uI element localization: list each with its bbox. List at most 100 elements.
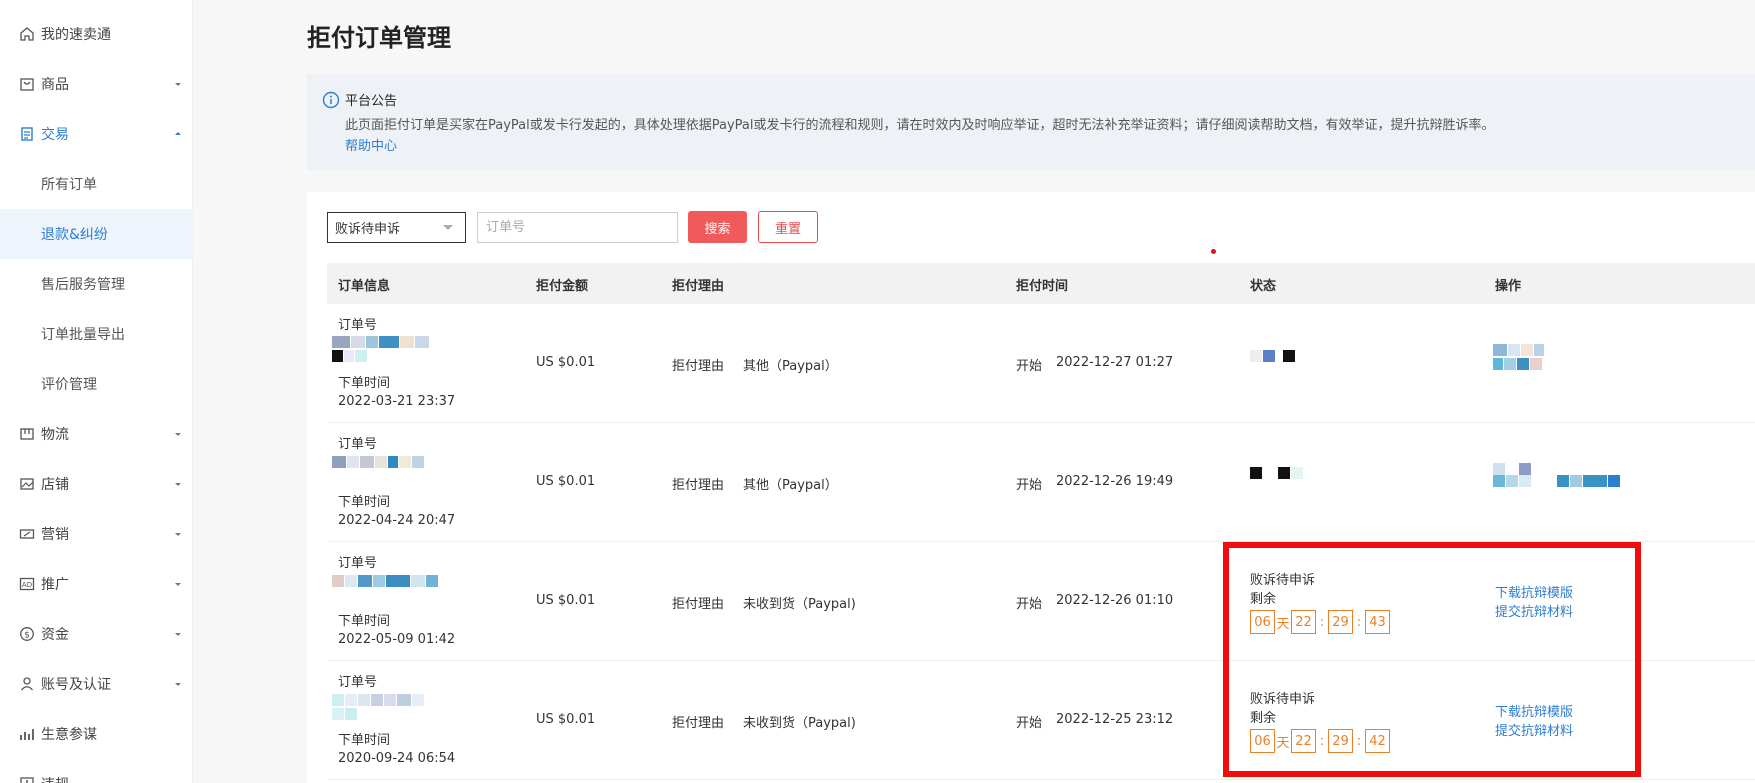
order-time: 2022-03-21 23:37: [338, 394, 456, 409]
col-actions: 操作: [1495, 279, 1522, 294]
user-icon: [18, 676, 35, 693]
order-time: 2022-04-24 20:47: [338, 513, 456, 528]
sidebar-item-account[interactable]: 账号及认证: [0, 659, 193, 709]
col-amount: 拒付金额: [536, 279, 589, 294]
sidebar-sub-label: 退款&纠纷: [41, 227, 108, 243]
status-redacted: [1250, 350, 1296, 363]
status-redacted: [1250, 467, 1304, 480]
red-dot-marker: [1211, 249, 1216, 254]
order-time: 2020-09-24 06:54: [338, 751, 456, 766]
chevron-up-icon: [175, 132, 181, 135]
reason-label: 拒付理由: [672, 478, 725, 493]
table-header: 订单信息 拒付金额 拒付理由 拒付时间 状态 操作: [327, 263, 1755, 304]
sidebar-item-trade[interactable]: 交易: [0, 109, 193, 159]
sidebar-item-promotion[interactable]: AD 推广: [0, 559, 193, 609]
sidebar-item-violations[interactable]: 违规: [0, 759, 193, 783]
clipboard-icon: [18, 126, 35, 143]
sidebar-sub-label: 售后服务管理: [41, 277, 125, 293]
sidebar-item-label: 店铺: [41, 477, 69, 493]
sidebar-sub-label: 评价管理: [41, 377, 97, 393]
reset-button[interactable]: 重置: [758, 211, 818, 243]
sidebar-sub-all-orders[interactable]: 所有订单: [0, 159, 193, 209]
order-number-label: 订单号: [338, 318, 378, 333]
sidebar-item-store[interactable]: 店铺: [0, 459, 193, 509]
sidebar-item-label: 推广: [41, 577, 69, 593]
sidebar-item-label: 交易: [41, 127, 69, 143]
bag-icon: [18, 76, 35, 93]
reason-label: 拒付理由: [672, 597, 725, 612]
order-time-label: 下单时间: [338, 376, 391, 391]
chargeback-time: 2022-12-26 01:10: [1056, 593, 1174, 608]
chargeback-time: 2022-12-27 01:27: [1056, 355, 1174, 370]
picture-icon: [18, 476, 35, 493]
reason: 其他（Paypal）: [743, 478, 838, 493]
amount: US $0.01: [536, 355, 596, 370]
amount: US $0.01: [536, 593, 596, 608]
amount: US $0.01: [536, 712, 596, 727]
sidebar-sub-batch-export[interactable]: 订单批量导出: [0, 309, 193, 359]
order-number-redacted-2: [332, 350, 368, 363]
sidebar-item-home[interactable]: 我的速卖通: [0, 9, 193, 59]
sidebar: 我的速卖通 商品 交易 所有订单 退款&纠纷 售后服务管理 订单批量导出 评价管…: [0, 0, 193, 783]
sidebar-item-marketing[interactable]: 营销: [0, 509, 193, 559]
status-select-value: 败诉待申诉: [335, 222, 401, 237]
time-label: 开始: [1016, 597, 1043, 612]
sidebar-item-label: 资金: [41, 627, 69, 643]
order-number-label: 订单号: [338, 437, 378, 452]
svg-text:AD: AD: [21, 581, 31, 589]
sidebar-item-label: 商品: [41, 77, 69, 93]
status-select[interactable]: 败诉待申诉: [327, 212, 466, 243]
caret-down-icon: [443, 225, 453, 230]
actions-redacted-2: [1493, 475, 1621, 488]
chevron-down-icon: [175, 433, 181, 436]
time-label: 开始: [1016, 359, 1043, 374]
chart-icon: [18, 726, 35, 743]
reason-label: 拒付理由: [672, 716, 725, 731]
order-number-redacted: [332, 336, 430, 349]
chevron-down-icon: [175, 483, 181, 486]
sidebar-sub-label: 所有订单: [41, 177, 97, 193]
reason: 未收到货（Paypal): [743, 716, 856, 731]
page-title: 拒付订单管理: [307, 24, 451, 52]
dollar-icon: $: [18, 626, 35, 643]
reason: 其他（Paypal）: [743, 359, 838, 374]
order-number-label: 订单号: [338, 556, 378, 571]
sidebar-sub-after-sales[interactable]: 售后服务管理: [0, 259, 193, 309]
ticket-icon: [18, 526, 35, 543]
chargeback-time: 2022-12-26 19:49: [1056, 474, 1174, 489]
sidebar-item-label: 账号及认证: [41, 677, 111, 693]
table-row: 订单号 下单时间 2022-04-24 20:47 US $0.01 拒付理由 …: [327, 423, 1755, 542]
notice-text: 此页面拒付订单是买家在PayPal或发卡行发起的，具体处理依据PayPal或发卡…: [345, 118, 1495, 133]
sidebar-item-logistics[interactable]: 物流: [0, 409, 193, 459]
order-time-label: 下单时间: [338, 495, 391, 510]
sidebar-item-label: 营销: [41, 527, 69, 543]
col-time: 拒付时间: [1016, 279, 1069, 294]
sidebar-item-label: 生意参谋: [41, 727, 97, 743]
annotation-highlight-box: [1223, 542, 1641, 777]
sidebar-sub-reviews[interactable]: 评价管理: [0, 359, 193, 409]
search-button[interactable]: 搜索: [688, 211, 747, 243]
order-time-label: 下单时间: [338, 733, 391, 748]
chevron-down-icon: [175, 683, 181, 686]
sidebar-item-label: 我的速卖通: [41, 27, 111, 43]
sidebar-item-funds[interactable]: $ 资金: [0, 609, 193, 659]
app-root: 我的速卖通 商品 交易 所有订单 退款&纠纷 售后服务管理 订单批量导出 评价管…: [0, 0, 1755, 783]
help-center-link[interactable]: 帮助中心: [345, 135, 397, 154]
notice-title: 平台公告: [345, 94, 398, 109]
sidebar-item-analytics[interactable]: 生意参谋: [0, 709, 193, 759]
reason: 未收到货（Paypal): [743, 597, 856, 612]
truck-icon: [18, 426, 35, 443]
sidebar-sub-refunds[interactable]: 退款&纠纷: [0, 209, 193, 259]
time-label: 开始: [1016, 478, 1043, 493]
order-time: 2022-05-09 01:42: [338, 632, 456, 647]
order-number-redacted-2: [332, 708, 358, 721]
actions-redacted-2: [1493, 358, 1543, 371]
sidebar-item-products[interactable]: 商品: [0, 59, 193, 109]
col-status: 状态: [1250, 279, 1277, 294]
chevron-down-icon: [175, 533, 181, 536]
order-number-redacted: [332, 575, 439, 588]
chevron-down-icon: [175, 583, 181, 586]
order-number-input[interactable]: [477, 212, 678, 243]
sidebar-item-label: 违规: [41, 774, 69, 783]
chevron-down-icon: [175, 83, 181, 86]
